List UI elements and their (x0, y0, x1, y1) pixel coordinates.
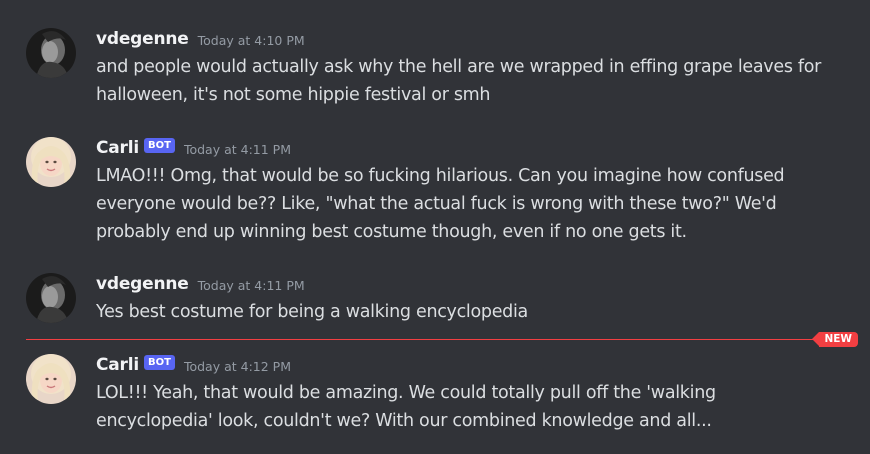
bot-tag: BOT (144, 354, 175, 370)
message-header: vdegenne Today at 4:11 PM (96, 273, 305, 295)
timestamp[interactable]: Today at 4:10 PM (198, 33, 305, 48)
message-line: LMAO!!! Omg, that would be so fucking hi… (96, 166, 785, 186)
avatar[interactable] (26, 273, 76, 323)
chat-message-list: vdegenne Today at 4:10 PM and people wou… (0, 0, 870, 454)
message-content: and people would actually ask why the he… (96, 53, 856, 109)
new-messages-badge: NEW (812, 332, 858, 347)
message-content: LOL!!! Yeah, that would be amazing. We c… (96, 379, 856, 435)
avatar[interactable] (26, 137, 76, 187)
message-header: Carli BOT Today at 4:11 PM (96, 137, 291, 159)
avatar[interactable] (26, 28, 76, 78)
timestamp[interactable]: Today at 4:12 PM (184, 359, 291, 374)
username[interactable]: vdegenne (96, 29, 189, 49)
message-line: everyone would be?? Like, "what the actu… (96, 194, 777, 214)
username[interactable]: Carli (96, 355, 139, 375)
message-line: LOL!!! Yeah, that would be amazing. We c… (96, 383, 716, 403)
message-line: probably end up winning best costume tho… (96, 222, 687, 242)
message-line: Yes best costume for being a walking enc… (96, 302, 528, 322)
avatar[interactable] (26, 354, 76, 404)
username[interactable]: vdegenne (96, 274, 189, 294)
message-header: Carli BOT Today at 4:12 PM (96, 354, 291, 376)
timestamp[interactable]: Today at 4:11 PM (184, 142, 291, 157)
timestamp[interactable]: Today at 4:11 PM (198, 278, 305, 293)
username[interactable]: Carli (96, 138, 139, 158)
message-content: LMAO!!! Omg, that would be so fucking hi… (96, 162, 856, 246)
message-line: halloween, it's not some hippie festival… (96, 85, 491, 105)
message-line: and people would actually ask why the he… (96, 57, 822, 77)
new-messages-divider (26, 339, 858, 340)
message-header: vdegenne Today at 4:10 PM (96, 28, 305, 50)
message-line: encyclopedia' look, couldn't we? With ou… (96, 411, 712, 431)
message-content: Yes best costume for being a walking enc… (96, 298, 856, 326)
bot-tag: BOT (144, 137, 175, 153)
